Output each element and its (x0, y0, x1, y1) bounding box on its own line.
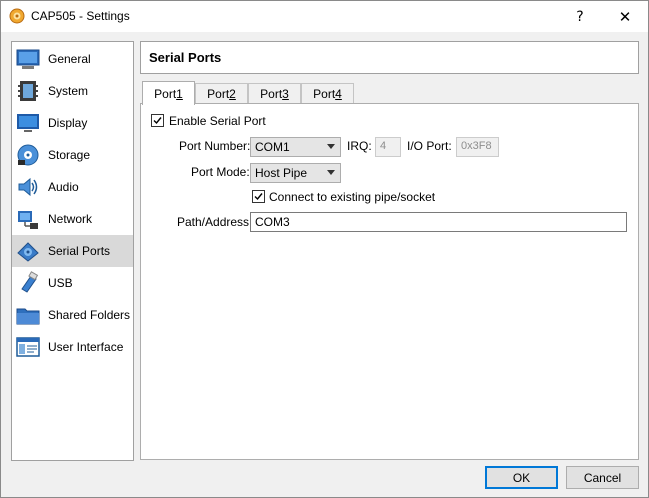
irq-value: 4 (380, 140, 387, 152)
tab-panel-port-1: Enable Serial Port Port Number: COM1 IRQ… (140, 103, 639, 460)
port-number-select[interactable]: COM1 (250, 137, 341, 157)
sidebar-item-network[interactable]: Network (12, 203, 133, 235)
irq-label: IRQ: (347, 139, 372, 153)
page-title: Serial Ports (149, 50, 222, 65)
tab-port-2[interactable]: Port 2 (195, 83, 248, 104)
io-port-field: 0x3F8 (456, 137, 499, 157)
sidebar-item-label: User Interface (48, 340, 124, 354)
sidebar-item-label: Network (48, 212, 93, 226)
display-icon (17, 114, 39, 132)
title-bar: CAP505 - Settings ? ✕ (1, 1, 648, 32)
tab-port-4[interactable]: Port 4 (301, 83, 354, 104)
port-mode-select[interactable]: Host Pipe (250, 163, 341, 183)
tab-port-1[interactable]: Port 1 (142, 81, 195, 105)
ok-button[interactable]: OK (485, 466, 558, 489)
network-icon (18, 211, 38, 229)
port-number-value: COM1 (255, 140, 290, 154)
tab-port-3[interactable]: Port 3 (248, 83, 301, 104)
chevron-down-icon (327, 170, 335, 175)
enable-serial-port-label: Enable Serial Port (169, 114, 266, 128)
path-address-label: Path/Address: (177, 215, 253, 229)
user-interface-icon (16, 337, 40, 357)
connect-existing-pipe-checkbox[interactable] (252, 190, 265, 203)
settings-sidebar: General System Display Storage Audio Net… (11, 41, 134, 461)
cancel-button[interactable]: Cancel (566, 466, 639, 489)
storage-icon (17, 144, 39, 166)
sidebar-item-label: Serial Ports (48, 244, 111, 258)
path-address-field[interactable] (250, 212, 627, 232)
enable-serial-port-checkbox[interactable] (151, 114, 164, 127)
sidebar-item-storage[interactable]: Storage (12, 139, 133, 171)
sidebar-item-label: Audio (48, 180, 79, 194)
chevron-down-icon (327, 144, 335, 149)
sidebar-item-shared-folders[interactable]: Shared Folders (12, 299, 133, 331)
sidebar-item-label: USB (48, 276, 73, 290)
system-icon (18, 81, 38, 101)
sidebar-item-user-interface[interactable]: User Interface (12, 331, 133, 363)
checkmark-icon (254, 193, 263, 201)
settings-window: CAP505 - Settings ? ✕ General System Dis… (0, 0, 649, 498)
sidebar-item-audio[interactable]: Audio (12, 171, 133, 203)
serial-ports-icon (17, 242, 39, 262)
sidebar-item-system[interactable]: System (12, 75, 133, 107)
window-title: CAP505 - Settings (31, 9, 130, 23)
checkmark-icon (153, 117, 162, 125)
sidebar-item-label: Shared Folders (48, 308, 131, 322)
app-icon (9, 8, 25, 24)
io-port-value: 0x3F8 (461, 140, 492, 152)
close-button[interactable]: ✕ (602, 1, 648, 32)
general-icon (16, 49, 40, 69)
sidebar-item-label: System (48, 84, 89, 98)
sidebar-item-general[interactable]: General (12, 43, 133, 75)
path-address-input[interactable] (251, 213, 626, 231)
irq-field: 4 (375, 137, 401, 157)
port-mode-value: Host Pipe (255, 166, 308, 180)
io-port-label: I/O Port: (407, 139, 452, 153)
help-button[interactable]: ? (557, 1, 603, 32)
sidebar-item-label: Storage (48, 148, 91, 162)
page-header: Serial Ports (140, 41, 639, 74)
sidebar-item-label: Display (48, 116, 88, 130)
usb-icon (21, 271, 39, 293)
connect-existing-pipe-label: Connect to existing pipe/socket (269, 190, 436, 204)
audio-icon (18, 177, 38, 197)
port-mode-label: Port Mode: (191, 165, 250, 179)
sidebar-item-label: General (48, 52, 91, 66)
shared-folders-icon (16, 308, 40, 325)
port-number-label: Port Number: (179, 139, 251, 153)
sidebar-item-display[interactable]: Display (12, 107, 133, 139)
sidebar-item-usb[interactable]: USB (12, 267, 133, 299)
sidebar-item-serial-ports[interactable]: Serial Ports (12, 235, 133, 267)
